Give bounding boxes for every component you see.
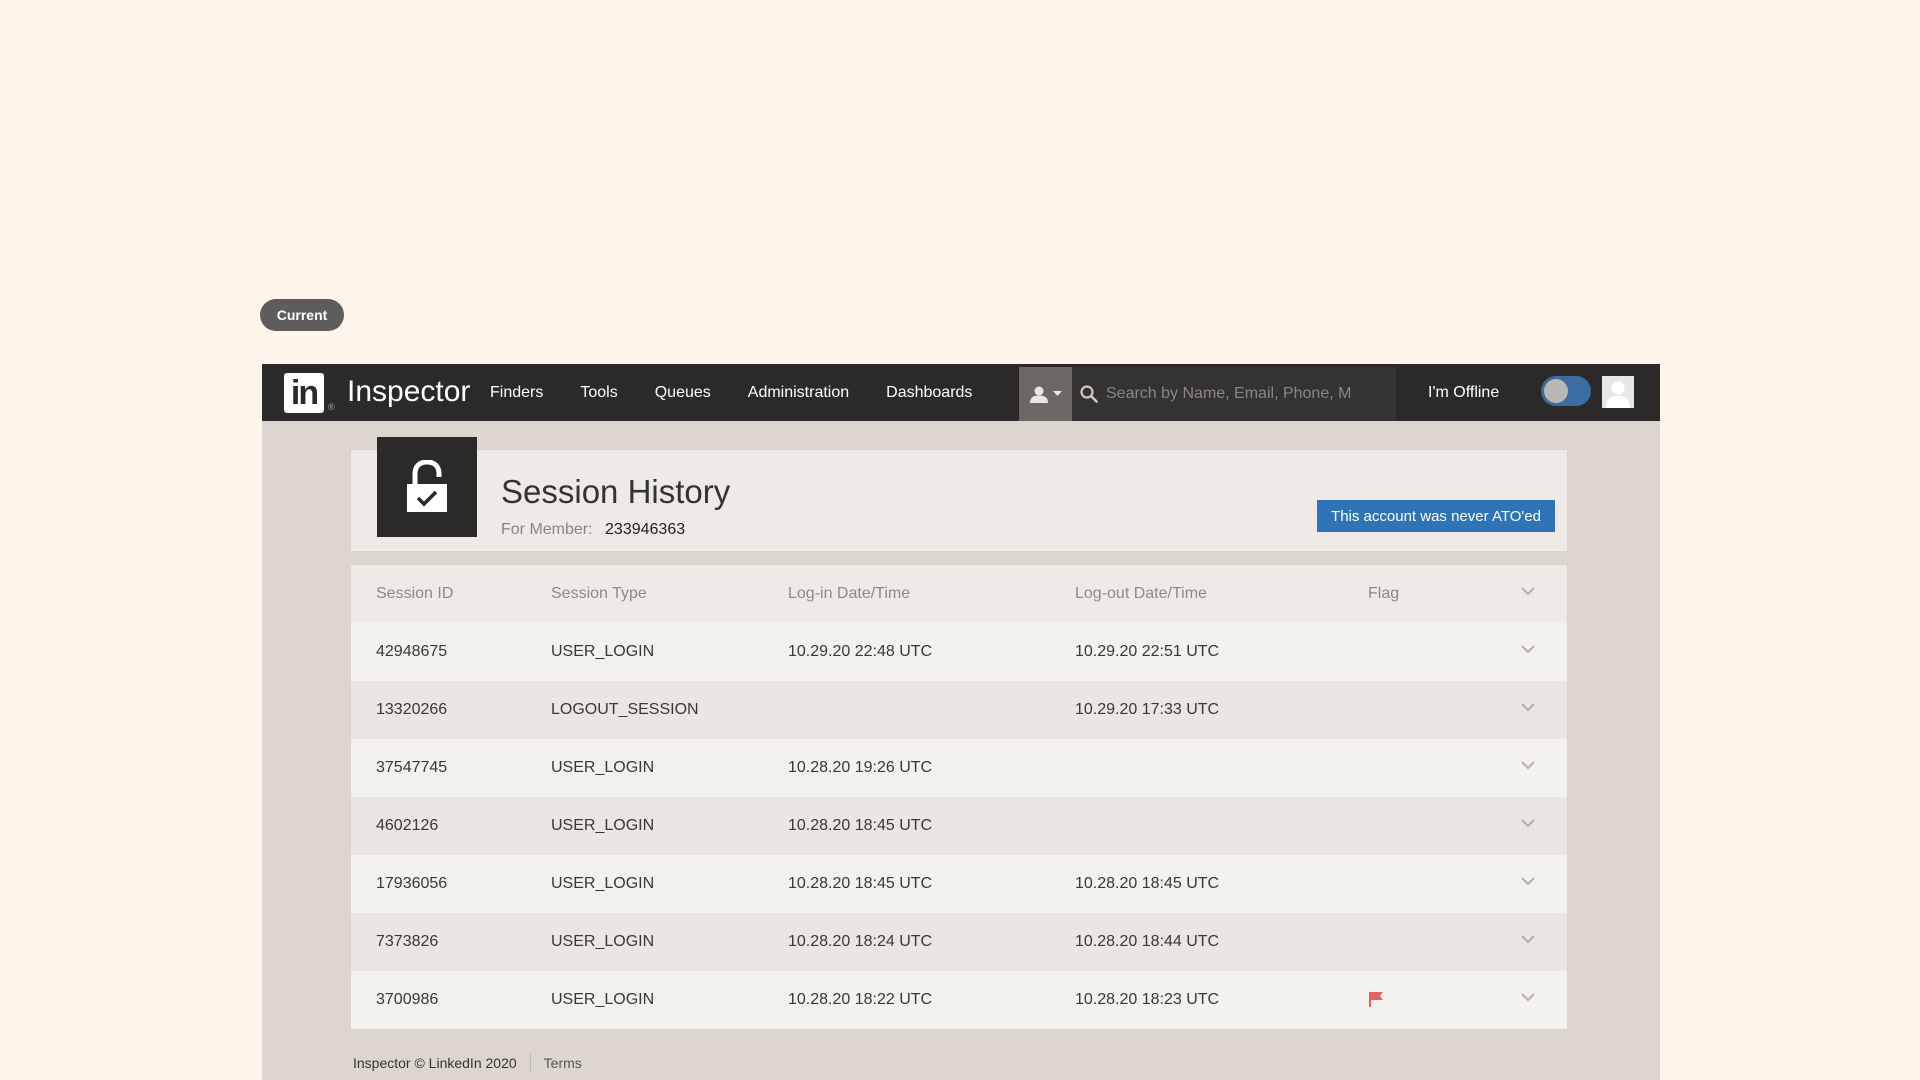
- login-time-cell: 10.28.20 19:26 UTC: [788, 759, 933, 776]
- nav-item-administration[interactable]: Administration: [748, 384, 849, 402]
- session-type-cell: USER_LOGIN: [551, 875, 655, 892]
- login-time-cell: 10.28.20 18:22 UTC: [788, 991, 933, 1008]
- session-type-cell: USER_LOGIN: [551, 759, 655, 776]
- nav-item-tools[interactable]: Tools: [580, 384, 617, 402]
- login-time-cell: 10.29.20 22:48 UTC: [788, 643, 933, 660]
- logout-time-cell: 10.28.20 18:23 UTC: [1075, 991, 1220, 1008]
- column-header-session-type[interactable]: Session Type: [551, 585, 647, 603]
- session-id-cell: 37547745: [376, 759, 448, 776]
- table-row[interactable]: 13320266 LOGOUT_SESSION 10.29.20 17:33 U…: [351, 681, 1567, 739]
- table-row[interactable]: 17936056 USER_LOGIN 10.28.20 18:45 UTC 1…: [351, 855, 1567, 913]
- search-input[interactable]: [1104, 384, 1358, 404]
- session-type-cell: USER_LOGIN: [551, 817, 655, 834]
- top-nav: in ® Inspector Finders Tools Queues Admi…: [262, 364, 1660, 421]
- current-pill[interactable]: Current: [260, 299, 344, 331]
- copyright-text: Inspector © LinkedIn 2020: [353, 1055, 517, 1071]
- chevron-down-icon[interactable]: [1521, 645, 1535, 654]
- chevron-down-icon[interactable]: [1521, 819, 1535, 828]
- logout-time-cell: 10.28.20 18:44 UTC: [1075, 933, 1220, 950]
- linkedin-logo[interactable]: in: [284, 373, 324, 413]
- chevron-down-icon[interactable]: [1521, 935, 1535, 944]
- member-id[interactable]: 233946363: [605, 521, 685, 538]
- nav-item-dashboards[interactable]: Dashboards: [886, 384, 972, 402]
- logout-time-cell: 10.29.20 22:51 UTC: [1075, 643, 1220, 660]
- footer: Inspector © LinkedIn 2020 Terms: [353, 1054, 582, 1072]
- member-label: For Member:: [501, 521, 593, 538]
- session-type-cell: LOGOUT_SESSION: [551, 701, 699, 718]
- search-type-dropdown[interactable]: [1019, 367, 1072, 421]
- caret-down-icon: [1053, 391, 1062, 396]
- column-header-login[interactable]: Log-in Date/Time: [788, 585, 910, 603]
- login-time-cell: 10.28.20 18:45 UTC: [788, 875, 933, 892]
- session-type-cell: USER_LOGIN: [551, 643, 655, 660]
- session-id-cell: 17936056: [376, 875, 448, 892]
- logout-time-cell: 10.28.20 18:45 UTC: [1075, 875, 1220, 892]
- session-id-cell: 13320266: [376, 701, 448, 718]
- page-title: Session History: [501, 473, 731, 510]
- session-type-cell: USER_LOGIN: [551, 991, 655, 1008]
- chevron-down-icon[interactable]: [1521, 993, 1535, 1002]
- online-toggle[interactable]: [1541, 376, 1591, 406]
- logout-time-cell: 10.29.20 17:33 UTC: [1075, 701, 1220, 718]
- table-row[interactable]: 37547745 USER_LOGIN 10.28.20 19:26 UTC: [351, 739, 1567, 797]
- session-id-cell: 7373826: [376, 933, 439, 950]
- chevron-down-icon[interactable]: [1521, 877, 1535, 886]
- table-row[interactable]: 3700986 USER_LOGIN 10.28.20 18:22 UTC 10…: [351, 971, 1567, 1029]
- table-row[interactable]: 7373826 USER_LOGIN 10.28.20 18:24 UTC 10…: [351, 913, 1567, 971]
- chevron-down-icon[interactable]: [1521, 703, 1535, 712]
- login-time-cell: 10.28.20 18:45 UTC: [788, 817, 933, 834]
- chevron-down-icon[interactable]: [1521, 587, 1535, 596]
- column-header-flag[interactable]: Flag: [1368, 585, 1399, 603]
- footer-divider: [529, 1054, 531, 1072]
- table-row[interactable]: 4602126 USER_LOGIN 10.28.20 18:45 UTC: [351, 797, 1567, 855]
- inspector-app: in ® Inspector Finders Tools Queues Admi…: [262, 364, 1660, 1080]
- session-type-cell: USER_LOGIN: [551, 933, 655, 950]
- search-icon: [1080, 385, 1098, 403]
- nav-item-finders[interactable]: Finders: [490, 384, 543, 402]
- logo-text: in: [290, 374, 319, 412]
- session-id-cell: 42948675: [376, 643, 448, 660]
- search-bar: [1019, 367, 1396, 421]
- table-header-row: Session ID Session Type Log-in Date/Time…: [351, 565, 1567, 623]
- flag-icon[interactable]: [1368, 991, 1384, 1012]
- offline-status-label: I'm Offline: [1428, 383, 1500, 401]
- session-id-cell: 4602126: [376, 817, 439, 834]
- app-title[interactable]: Inspector: [347, 373, 470, 411]
- table-row[interactable]: 42948675 USER_LOGIN 10.29.20 22:48 UTC 1…: [351, 623, 1567, 681]
- login-time-cell: 10.28.20 18:24 UTC: [788, 933, 933, 950]
- toggle-knob: [1544, 379, 1568, 403]
- avatar-icon[interactable]: [1602, 376, 1634, 408]
- terms-link[interactable]: Terms: [544, 1055, 582, 1071]
- person-icon: [1030, 386, 1048, 403]
- session-id-cell: 3700986: [376, 991, 439, 1008]
- session-table: Session ID Session Type Log-in Date/Time…: [350, 564, 1568, 1030]
- column-header-session-id[interactable]: Session ID: [376, 585, 453, 603]
- member-info: For Member: 233946363: [501, 521, 685, 539]
- nav-item-queues[interactable]: Queues: [655, 384, 711, 402]
- column-header-logout[interactable]: Log-out Date/Time: [1075, 585, 1207, 603]
- logo-registered-mark: ®: [328, 402, 335, 412]
- chevron-down-icon[interactable]: [1521, 761, 1535, 770]
- ato-status-badge: This account was never ATO'ed: [1317, 500, 1555, 532]
- lock-check-icon: [377, 437, 477, 537]
- nav-menu: Finders Tools Queues Administration Dash…: [490, 364, 1009, 421]
